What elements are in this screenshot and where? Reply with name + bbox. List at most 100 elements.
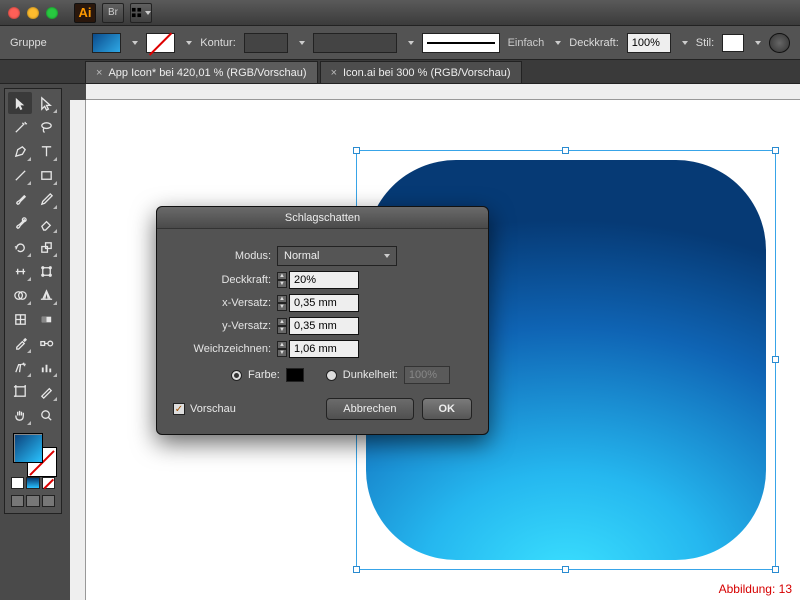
- chevron-down-icon: [299, 41, 305, 45]
- window-maximize-button[interactable]: [46, 7, 58, 19]
- selection-handle[interactable]: [353, 147, 360, 154]
- opacity-stepper[interactable]: ▲▼: [277, 272, 287, 288]
- selection-handle[interactable]: [562, 147, 569, 154]
- opacity-input[interactable]: [289, 271, 359, 289]
- gradient-tool[interactable]: [34, 308, 58, 330]
- mesh-tool[interactable]: [8, 308, 32, 330]
- blur-label: Weichzeichnen:: [173, 343, 271, 355]
- cancel-button[interactable]: Abbrechen: [326, 398, 413, 420]
- shape-builder-tool[interactable]: [8, 284, 32, 306]
- rotate-tool[interactable]: [8, 236, 32, 258]
- selection-handle[interactable]: [353, 566, 360, 573]
- blur-stepper[interactable]: ▲▼: [277, 341, 287, 357]
- fill-stroke-indicator[interactable]: [11, 433, 55, 473]
- line-tool[interactable]: [8, 164, 32, 186]
- horizontal-ruler[interactable]: [86, 84, 800, 100]
- y-offset-input[interactable]: [289, 317, 359, 335]
- selection-handle[interactable]: [772, 356, 779, 363]
- draw-inside-mode[interactable]: [42, 495, 55, 507]
- artboard-tool[interactable]: [8, 380, 32, 402]
- fill-swatch[interactable]: [92, 33, 121, 53]
- document-tab-label: Icon.ai bei 300 % (RGB/Vorschau): [343, 67, 511, 79]
- close-tab-icon[interactable]: ×: [331, 67, 337, 79]
- chevron-down-icon: [682, 41, 688, 45]
- width-tool[interactable]: [8, 260, 32, 282]
- opacity-input[interactable]: [627, 33, 671, 53]
- document-tab[interactable]: × Icon.ai bei 300 % (RGB/Vorschau): [320, 61, 522, 83]
- document-setup-button[interactable]: [769, 33, 790, 53]
- shadow-color-well[interactable]: [286, 368, 304, 382]
- free-transform-tool[interactable]: [34, 260, 58, 282]
- color-mode-gradient[interactable]: [26, 477, 39, 489]
- x-offset-label: x-Versatz:: [173, 297, 271, 309]
- document-tab[interactable]: × App Icon* bei 420,01 % (RGB/Vorschau): [85, 61, 318, 83]
- opacity-label: Deckkraft:: [173, 274, 271, 286]
- direct-selection-tool[interactable]: [34, 92, 58, 114]
- preview-checkbox[interactable]: ✓: [173, 403, 185, 415]
- chevron-down-icon: [555, 41, 561, 45]
- zoom-tool[interactable]: [34, 404, 58, 426]
- chevron-down-icon: [755, 41, 761, 45]
- opacity-label: Deckkraft:: [569, 37, 619, 49]
- scale-tool[interactable]: [34, 236, 58, 258]
- selection-handle[interactable]: [772, 566, 779, 573]
- fill-color-indicator[interactable]: [13, 433, 43, 463]
- slice-tool[interactable]: [34, 380, 58, 402]
- brush-definition[interactable]: [422, 33, 500, 53]
- mode-label: Modus:: [173, 250, 271, 262]
- blur-input[interactable]: [289, 340, 359, 358]
- window-minimize-button[interactable]: [27, 7, 39, 19]
- blend-mode-select[interactable]: Normal: [277, 246, 397, 266]
- y-offset-stepper[interactable]: ▲▼: [277, 318, 287, 334]
- selection-tool[interactable]: [8, 92, 32, 114]
- grid-icon: [131, 7, 142, 18]
- document-tab-label: App Icon* bei 420,01 % (RGB/Vorschau): [108, 67, 306, 79]
- vertical-ruler[interactable]: [70, 100, 86, 600]
- graphic-style-swatch[interactable]: [722, 34, 743, 52]
- window-close-button[interactable]: [8, 7, 20, 19]
- eraser-tool[interactable]: [34, 212, 58, 234]
- chevron-down-icon: [384, 254, 390, 258]
- stroke-weight-input[interactable]: [244, 33, 288, 53]
- type-tool[interactable]: [34, 140, 58, 162]
- x-offset-stepper[interactable]: ▲▼: [277, 295, 287, 311]
- eyedropper-tool[interactable]: [8, 332, 32, 354]
- hand-tool[interactable]: [8, 404, 32, 426]
- symbol-sprayer-tool[interactable]: [8, 356, 32, 378]
- color-radio[interactable]: [231, 370, 242, 381]
- x-offset-input[interactable]: [289, 294, 359, 312]
- draw-normal-mode[interactable]: [11, 495, 24, 507]
- chevron-down-icon: [132, 41, 138, 45]
- lasso-tool[interactable]: [34, 116, 58, 138]
- ok-button[interactable]: OK: [422, 398, 473, 420]
- blend-tool[interactable]: [34, 332, 58, 354]
- darkness-radio[interactable]: [326, 370, 337, 381]
- selection-handle[interactable]: [772, 147, 779, 154]
- bridge-button[interactable]: Br: [102, 3, 124, 23]
- pen-tool[interactable]: [8, 140, 32, 162]
- blend-mode-value: Normal: [284, 250, 319, 262]
- selection-handle[interactable]: [562, 566, 569, 573]
- darkness-radio-label: Dunkelheit:: [343, 369, 398, 381]
- stroke-profile-input[interactable]: [313, 33, 397, 53]
- color-radio-label: Farbe:: [248, 369, 280, 381]
- drop-shadow-dialog: Schlagschatten Modus: Normal Deckkraft: …: [156, 206, 489, 435]
- app-logo: Ai: [74, 3, 96, 23]
- chevron-down-icon: [408, 41, 414, 45]
- magic-wand-tool[interactable]: [8, 116, 32, 138]
- color-mode-solid[interactable]: [11, 477, 24, 489]
- column-graph-tool[interactable]: [34, 356, 58, 378]
- color-mode-none[interactable]: [42, 477, 55, 489]
- preview-label: Vorschau: [190, 403, 236, 415]
- y-offset-label: y-Versatz:: [173, 320, 271, 332]
- arrange-documents-button[interactable]: [130, 3, 152, 23]
- close-tab-icon[interactable]: ×: [96, 67, 102, 79]
- stroke-swatch[interactable]: [146, 33, 175, 53]
- pencil-tool[interactable]: [34, 188, 58, 210]
- chevron-down-icon: [186, 41, 192, 45]
- draw-behind-mode[interactable]: [26, 495, 39, 507]
- blob-brush-tool[interactable]: [8, 212, 32, 234]
- rectangle-tool[interactable]: [34, 164, 58, 186]
- perspective-grid-tool[interactable]: [34, 284, 58, 306]
- paintbrush-tool[interactable]: [8, 188, 32, 210]
